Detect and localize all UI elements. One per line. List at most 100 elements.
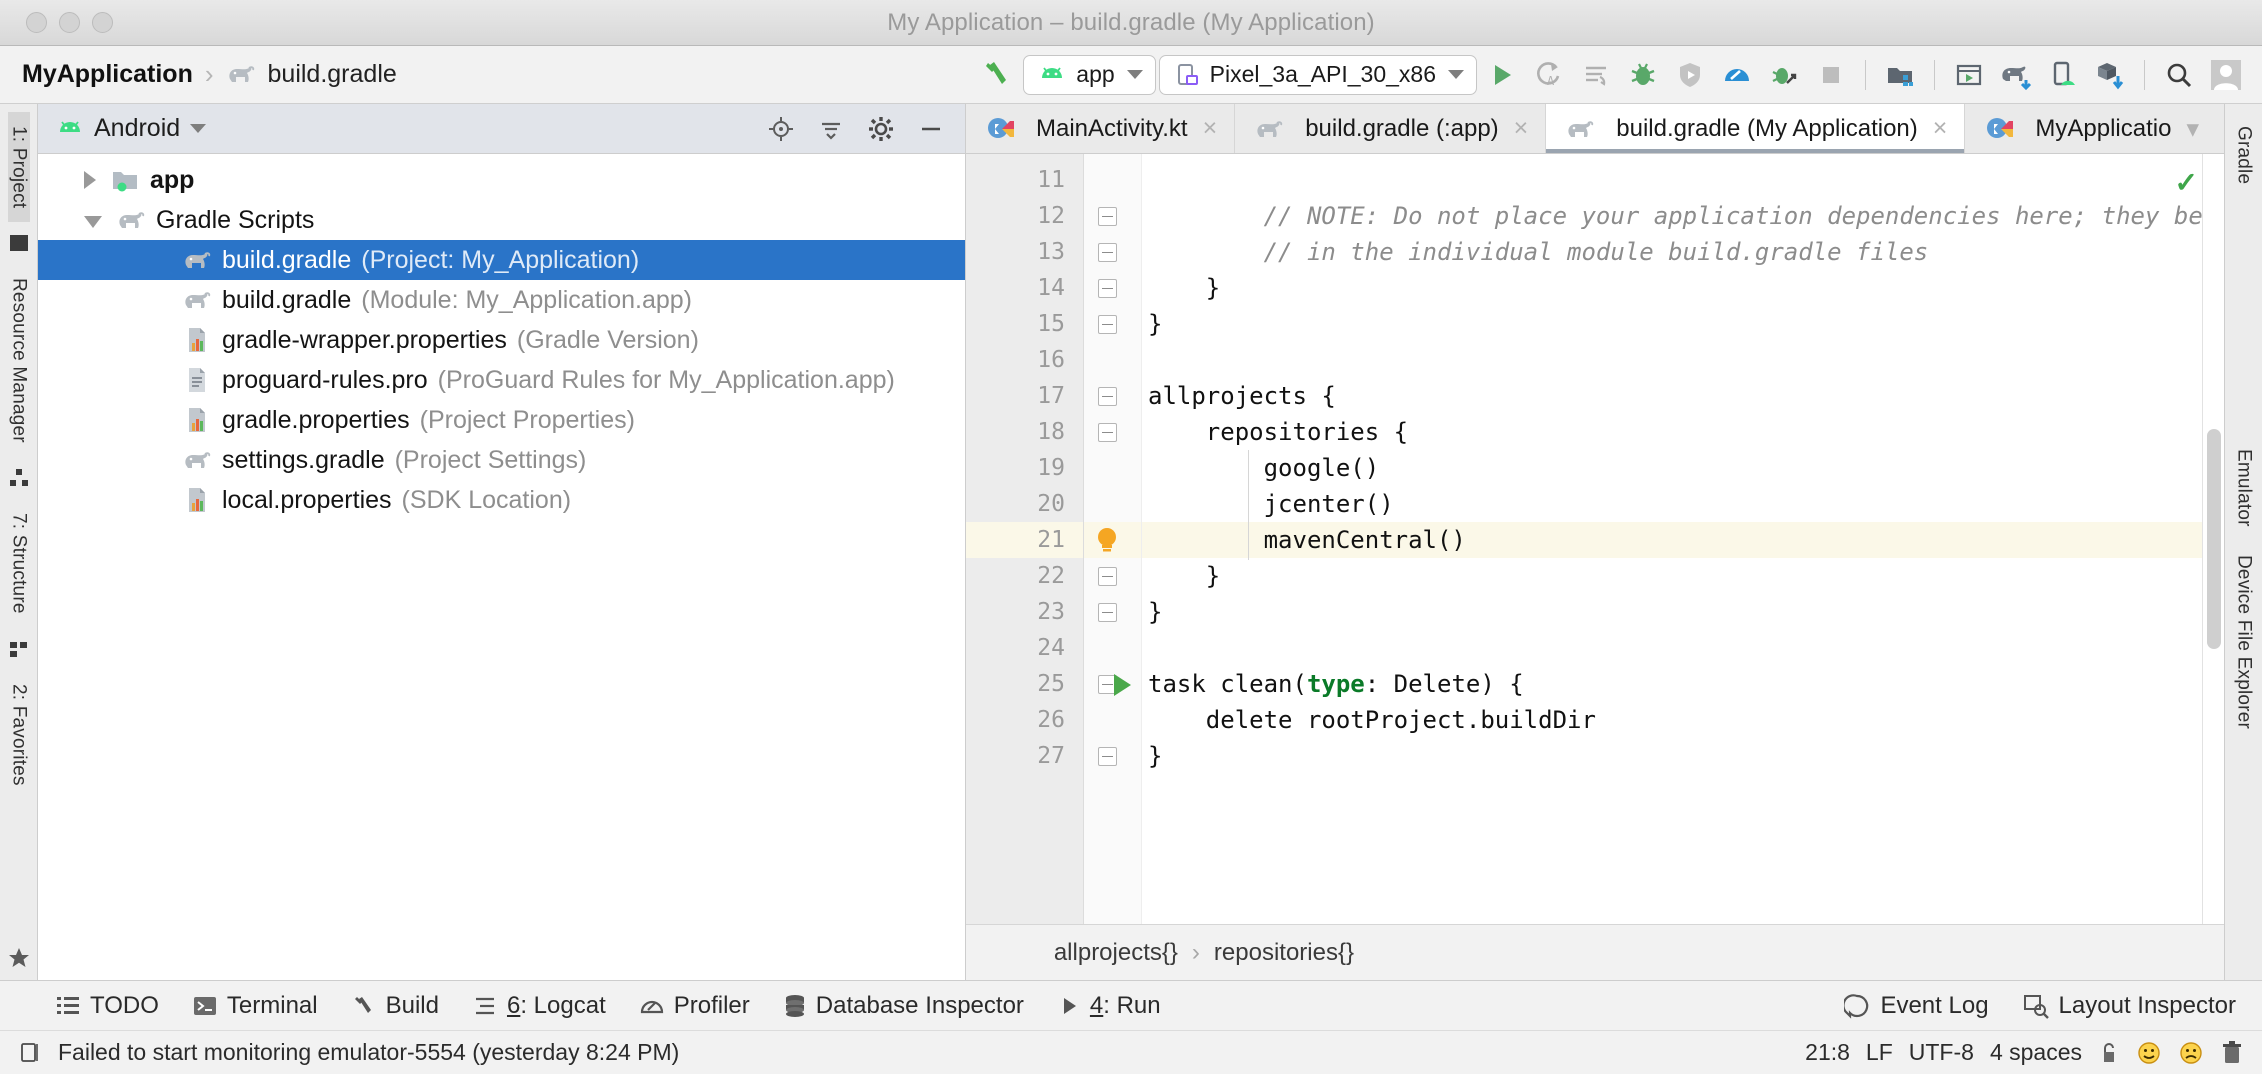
chevron-down-icon[interactable] — [190, 124, 207, 133]
tab-build-gradle-my-application-[interactable]: build.gradle (My Application) × — [1546, 104, 1966, 153]
lock-icon[interactable] — [2098, 1041, 2120, 1065]
sidebar-item-favorites[interactable]: 2: Favorites — [8, 670, 30, 800]
window-controls[interactable] — [26, 12, 113, 33]
tool-window-layout-inspector[interactable]: Layout Inspector — [2023, 992, 2236, 1020]
structure-glyph-icon[interactable] — [8, 467, 30, 489]
sad-face-icon[interactable] — [2178, 1040, 2204, 1066]
code-line[interactable] — [1142, 342, 2224, 378]
fold-collapse-icon[interactable] — [1098, 207, 1117, 226]
run-gutter-icon[interactable] — [1114, 674, 1131, 696]
module-selector-dropdown[interactable]: app — [1023, 54, 1156, 95]
close-icon[interactable]: × — [1933, 114, 1948, 143]
code-line[interactable]: // NOTE: Do not place your application d… — [1142, 198, 2224, 234]
sidebar-item-structure[interactable]: 7: Structure — [8, 499, 30, 628]
hammer-icon[interactable] — [976, 53, 1020, 97]
tree-item-app[interactable]: app — [38, 160, 965, 200]
fold-region[interactable] — [1084, 414, 1141, 450]
close-icon[interactable]: × — [1203, 114, 1218, 143]
tool-window-todo[interactable]: TODO — [56, 992, 159, 1020]
happy-face-icon[interactable] — [2136, 1040, 2162, 1066]
apply-changes-button[interactable]: A — [1527, 53, 1571, 97]
tree-item-local-properties[interactable]: local.properties (SDK Location) — [38, 480, 965, 520]
code-line[interactable]: mavenCentral() — [1142, 522, 2224, 558]
breadcrumb-file[interactable]: build.gradle — [268, 60, 397, 89]
fold-region[interactable] — [1084, 558, 1141, 594]
code-line[interactable]: allprojects { — [1142, 378, 2224, 414]
project-tree[interactable]: app Gradle Scripts build.gradle (Project: M… — [38, 154, 965, 980]
fold-region[interactable] — [1084, 594, 1141, 630]
tool-window-bar[interactable]: TODO Terminal Build 6: Logcat Profiler Databa… — [0, 980, 2262, 1030]
tool-window-build[interactable]: Build — [352, 992, 439, 1020]
breadcrumb-project[interactable]: MyApplication — [22, 60, 193, 89]
tool-window-run[interactable]: 4: Run — [1058, 992, 1161, 1020]
close-icon[interactable]: × — [1514, 114, 1529, 143]
device-selector-dropdown[interactable]: Pixel_3a_API_30_x86 — [1158, 54, 1477, 95]
project-structure-icon[interactable] — [8, 232, 30, 254]
error-stripe-markers[interactable] — [2202, 154, 2224, 924]
code-line[interactable]: } — [1142, 306, 2224, 342]
tool-window-terminal[interactable]: Terminal — [193, 992, 318, 1020]
code-line[interactable]: // in the individual module build.gradle… — [1142, 234, 2224, 270]
fold-region[interactable] — [1084, 234, 1141, 270]
line-separator[interactable]: LF — [1866, 1039, 1893, 1066]
favorites-glyph-icon[interactable] — [8, 638, 30, 660]
tree-item-proguard-rules-pro[interactable]: proguard-rules.pro (ProGuard Rules for My… — [38, 360, 965, 400]
tool-window-database-inspector[interactable]: Database Inspector — [784, 992, 1024, 1020]
breadcrumb-repositories[interactable]: repositories{} — [1214, 939, 1354, 967]
code-line[interactable]: task clean(type: Delete) { — [1142, 666, 2224, 702]
breadcrumb-allprojects[interactable]: allprojects{} — [1054, 939, 1178, 967]
fold-end-icon[interactable] — [1098, 243, 1117, 262]
project-view-selector[interactable]: Android — [94, 114, 180, 143]
tab-mainactivity-kt[interactable]: MainActivity.kt × — [966, 104, 1236, 153]
code-line[interactable] — [1142, 162, 2224, 198]
close-window-button[interactable] — [26, 12, 47, 33]
sidebar-item-gradle[interactable]: Gradle — [2233, 112, 2255, 198]
fold-collapse-icon[interactable] — [1098, 423, 1117, 442]
tree-item-gradle-wrapper-properties[interactable]: gradle-wrapper.properties (Gradle Version… — [38, 320, 965, 360]
intention-bulb-icon[interactable] — [1092, 524, 1122, 556]
fold-region[interactable] — [1084, 198, 1141, 234]
avatar[interactable] — [2204, 53, 2248, 97]
code-line[interactable]: repositories { — [1142, 414, 2224, 450]
code-line[interactable]: } — [1142, 270, 2224, 306]
sidebar-item-emulator[interactable]: Emulator — [2233, 435, 2255, 541]
fold-end-icon[interactable] — [1098, 567, 1117, 586]
sidebar-item-resource-manager[interactable]: Resource Manager — [8, 264, 30, 457]
run-button[interactable] — [1480, 53, 1524, 97]
avd-manager-button[interactable] — [1878, 53, 1922, 97]
stop-button[interactable] — [1809, 53, 1853, 97]
code-folding-gutter[interactable] — [1084, 154, 1142, 924]
fold-end-icon[interactable] — [1098, 603, 1117, 622]
trash-icon[interactable] — [2220, 1040, 2244, 1066]
tool-window-profiler[interactable]: Profiler — [640, 992, 750, 1020]
indent-setting[interactable]: 4 spaces — [1990, 1039, 2082, 1066]
caret-position[interactable]: 21:8 — [1805, 1039, 1850, 1066]
device-file-button[interactable] — [2041, 53, 2085, 97]
gradle-sync-button[interactable] — [1994, 53, 2038, 97]
apply-code-changes-button[interactable] — [1574, 53, 1618, 97]
tab-build-gradle-app-[interactable]: build.gradle (:app) × — [1235, 104, 1547, 153]
chevron-down-icon[interactable]: ▾ — [2186, 114, 2199, 144]
sidebar-item-project[interactable]: 1: Project — [7, 112, 30, 223]
editor-tab-strip[interactable]: MainActivity.kt × build.gradle (:app) × buil… — [966, 104, 2224, 154]
hide-panel-icon[interactable] — [911, 109, 951, 149]
tree-item-gradle-scripts[interactable]: Gradle Scripts — [38, 200, 965, 240]
run-coverage-button[interactable] — [1668, 53, 1712, 97]
code-line[interactable]: delete rootProject.buildDir — [1142, 702, 2224, 738]
tree-item-settings-gradle[interactable]: settings.gradle (Project Settings) — [38, 440, 965, 480]
fold-region[interactable] — [1084, 666, 1141, 702]
fold-region[interactable] — [1084, 378, 1141, 414]
fold-end-icon[interactable] — [1098, 315, 1117, 334]
fold-end-icon[interactable] — [1098, 279, 1117, 298]
collapse-all-icon[interactable] — [811, 109, 851, 149]
sdk-manager-button[interactable] — [2088, 53, 2132, 97]
fold-end-icon[interactable] — [1098, 747, 1117, 766]
minimize-window-button[interactable] — [59, 12, 80, 33]
tab-myapplicatio[interactable]: MyApplicatio ▾ — [1965, 104, 2216, 153]
code-line[interactable]: } — [1142, 558, 2224, 594]
maximize-window-button[interactable] — [92, 12, 113, 33]
sidebar-item-device-file-explorer[interactable]: Device File Explorer — [2233, 541, 2255, 743]
fold-region[interactable] — [1084, 738, 1141, 774]
tree-item-build-gradle[interactable]: build.gradle (Module: My_Application.app) — [38, 280, 965, 320]
search-icon[interactable] — [2157, 53, 2201, 97]
